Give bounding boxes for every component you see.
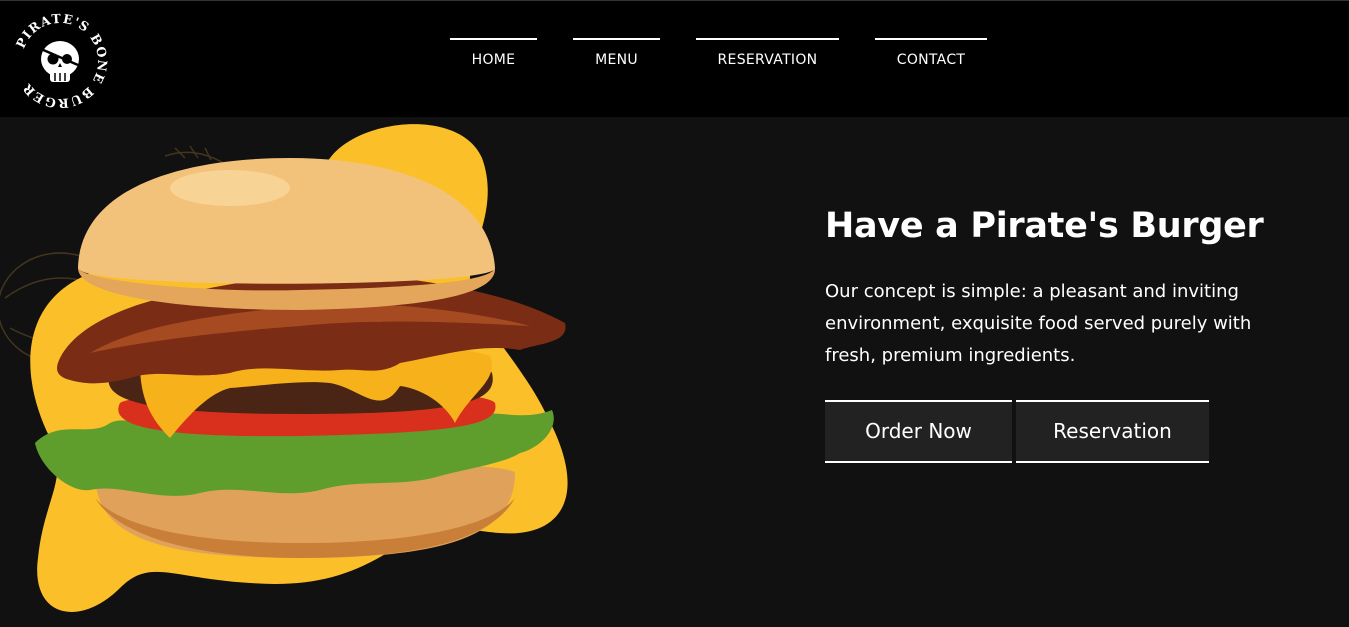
- nav-home[interactable]: HOME: [450, 38, 537, 78]
- site-header: PIRATE'S BONE BURGER HOME MENU RESERVATI…: [0, 0, 1349, 117]
- hero-title: Have a Pirate's Burger: [825, 206, 1264, 246]
- nav-menu[interactable]: MENU: [573, 38, 660, 78]
- reservation-button[interactable]: Reservation: [1016, 400, 1209, 463]
- nav-contact[interactable]: CONTACT: [875, 38, 987, 78]
- hero-section: Have a Pirate's Burger Our concept is si…: [0, 118, 1349, 627]
- hero-description: Our concept is simple: a pleasant and in…: [825, 281, 1252, 366]
- nav-reservation[interactable]: RESERVATION: [696, 38, 839, 78]
- main-nav: HOME MENU RESERVATION CONTACT: [0, 38, 1349, 78]
- burger-image: [0, 118, 600, 627]
- order-now-button[interactable]: Order Now: [825, 400, 1012, 463]
